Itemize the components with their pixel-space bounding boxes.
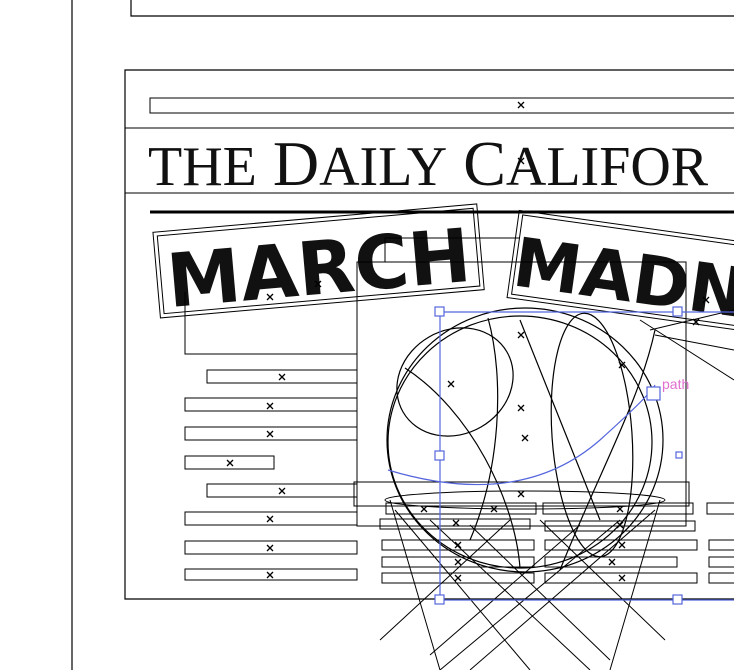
- right-column-text[interactable]: [353, 481, 734, 584]
- text-box[interactable]: [544, 572, 698, 584]
- x-mark-icon: [517, 101, 525, 109]
- square-handle-icon[interactable]: [434, 594, 445, 605]
- ball-seam: [404, 367, 521, 569]
- x-mark-icon: [521, 434, 529, 442]
- text-box[interactable]: [706, 502, 734, 515]
- x-mark-icon: [266, 544, 274, 552]
- net-strand: [429, 524, 581, 656]
- text-box[interactable]: [708, 539, 734, 551]
- headline-march[interactable]: MARCH: [164, 213, 474, 325]
- x-mark-icon: [278, 487, 286, 495]
- top-bar-box[interactable]: [149, 97, 734, 114]
- x-mark-icon: [618, 574, 626, 582]
- basketball-outline[interactable]: [377, 307, 664, 573]
- masthead-cal-rest: ALIFOR: [506, 136, 709, 198]
- masthead-title[interactable]: THE DAILY CALIFOR: [148, 128, 709, 199]
- x-mark-icon: [266, 430, 274, 438]
- x-mark-icon: [447, 380, 455, 388]
- x-mark-icon: [266, 571, 274, 579]
- masthead-the: THE: [148, 136, 257, 198]
- masthead-daily-initial: D: [273, 128, 319, 199]
- x-mark-icon: [517, 331, 525, 339]
- x-mark-icon: [517, 490, 525, 498]
- text-box[interactable]: [708, 556, 734, 568]
- x-mark-icon: [618, 541, 626, 549]
- outline-view-canvas[interactable]: THE DAILY CALIFOR MARCH MADN path: [0, 0, 734, 670]
- previous-frame-outline: [130, 0, 734, 17]
- net-strand: [539, 519, 666, 641]
- x-mark-icon: [454, 574, 462, 582]
- net-strand: [429, 519, 591, 670]
- text-box[interactable]: [544, 539, 698, 551]
- basketball-net: [379, 490, 666, 670]
- x-mark-icon: [608, 558, 616, 566]
- anchor-point-icon[interactable]: [646, 386, 661, 401]
- selected-path[interactable]: [387, 384, 656, 486]
- x-mark-icon: [454, 558, 462, 566]
- ball-inner: [387, 315, 653, 569]
- x-mark-icon: [452, 519, 460, 527]
- text-box[interactable]: [708, 572, 734, 584]
- x-mark-icon: [454, 541, 462, 549]
- x-mark-icon: [517, 404, 525, 412]
- masthead-cal-initial: C: [463, 128, 506, 199]
- square-handle-icon[interactable]: [672, 594, 683, 605]
- x-mark-icon: [420, 505, 428, 513]
- x-mark-icon: [266, 402, 274, 410]
- path-hover-label: path: [662, 376, 689, 392]
- x-mark-icon: [226, 459, 234, 467]
- ball-seam: [550, 312, 634, 558]
- square-handle-icon[interactable]: [675, 451, 683, 459]
- net-strand: [394, 509, 531, 670]
- net-strand: [379, 519, 511, 641]
- masthead-daily-rest: AILY: [319, 136, 447, 198]
- square-handle-icon[interactable]: [434, 306, 445, 317]
- x-mark-icon: [278, 373, 286, 381]
- x-mark-icon: [266, 515, 274, 523]
- ball-seam: [469, 317, 499, 541]
- net-strand: [469, 509, 656, 670]
- x-mark-icon: [616, 521, 624, 529]
- square-handle-icon[interactable]: [672, 306, 683, 317]
- square-handle-icon[interactable]: [434, 450, 445, 461]
